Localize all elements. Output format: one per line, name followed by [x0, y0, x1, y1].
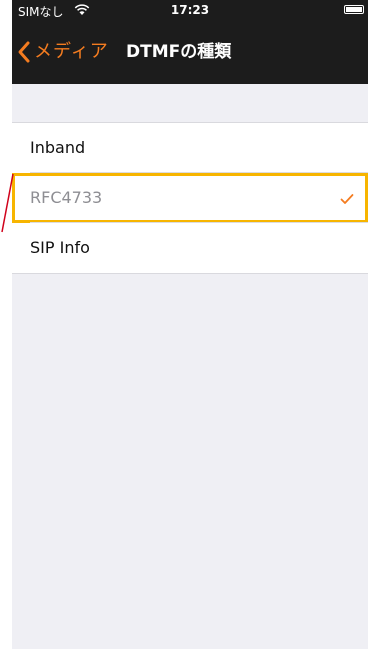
- phone-screen: SIMなし 17:23 メディア DTMFの種類 Inband RFC4733: [12, 0, 368, 649]
- annotation-line: [1, 173, 14, 233]
- battery-icon: [344, 5, 364, 14]
- option-label: RFC4733: [30, 188, 103, 207]
- back-label: メディア: [34, 41, 109, 62]
- status-bar: SIMなし 17:23: [12, 0, 368, 20]
- option-label: Inband: [30, 138, 86, 157]
- page-title: DTMFの種類: [126, 42, 232, 62]
- navigation-bar: メディア DTMFの種類: [12, 20, 368, 84]
- status-time: 17:23: [170, 3, 210, 17]
- dtmf-options-list: Inband RFC4733 SIP Info: [12, 122, 368, 274]
- option-label: SIP Info: [30, 238, 90, 257]
- option-inband[interactable]: Inband: [12, 123, 368, 173]
- checkmark-icon: [340, 194, 354, 204]
- option-rfc4733[interactable]: RFC4733: [12, 173, 368, 223]
- option-sip-info[interactable]: SIP Info: [12, 223, 368, 273]
